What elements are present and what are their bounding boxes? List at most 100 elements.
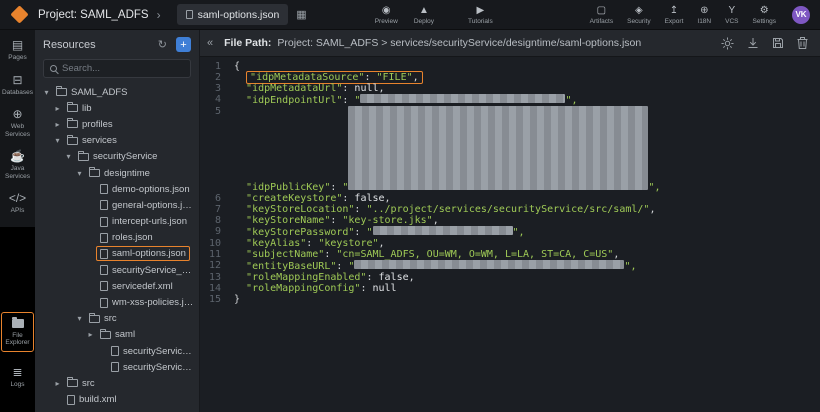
chevron-down-icon[interactable]: ▾ [63,152,74,161]
grid-icon[interactable]: ▦ [296,8,306,21]
rail-item-pages[interactable]: ▤Pages [0,33,35,68]
code-line-content: { [228,61,240,72]
add-resource-button[interactable]: + [176,37,191,52]
rail-bottom-group: File Explorer ≣Logs [0,312,35,412]
code-line-14: 14 "roleMappingConfig": null [200,283,820,294]
topbar-action-security[interactable]: ◈Security [621,5,656,25]
avatar[interactable]: VK [792,6,810,24]
line-number: 3 [200,83,228,94]
settings-icon[interactable] [721,37,734,50]
rail-item-java-services[interactable]: ☕Java Services [0,144,35,186]
file-icon [100,184,108,194]
rail-item-web-services[interactable]: ⊕Web Services [0,102,35,144]
tree-item-SAML_ADFS[interactable]: ▾SAML_ADFS [35,84,199,100]
code-line-content: "keyStoreLocation": "../project/services… [228,204,655,215]
rail-item-label: Logs [10,381,24,389]
tree-item-inner: servicedef.xml [96,279,177,294]
tree-item-lib[interactable]: ▸lib [35,100,199,116]
tree-item-src[interactable]: ▾src [35,311,199,327]
code-line-content: "idpPublicKey": "", [228,106,660,193]
line-number: 11 [200,249,228,260]
file-icon [67,395,75,405]
tree-item-general-options.json[interactable]: general-options.json [35,197,199,213]
rail-item-file-explorer[interactable]: File Explorer [1,312,34,352]
tree-item-label: intercept-urls.json [112,216,187,227]
search-input[interactable] [62,63,184,74]
tree-item-securityService[interactable]: ▾securityService [35,149,199,165]
chevron-down-icon[interactable]: ▾ [74,314,85,323]
file-explorer-icon [12,319,24,328]
tree-item-services[interactable]: ▾services [35,133,199,149]
tree-item-securityService.spring.xml[interactable]: securityService.spring.xml [35,359,199,375]
chevron-down-icon[interactable]: ▾ [41,88,52,97]
topbar-action-i18n[interactable]: ⊕I18N [691,5,717,25]
tree-item-src[interactable]: ▸src [35,375,199,391]
tree-item-saml-options.json[interactable]: saml-options.json [35,246,199,262]
tree-item-label: designtime [104,168,150,179]
line-number: 10 [200,238,228,249]
chevron-right-icon[interactable]: ▸ [52,120,63,129]
tree-item-inner: lib [63,101,96,116]
open-file-tab[interactable]: saml-options.json [177,4,289,25]
i18n-icon: ⊕ [700,5,708,16]
chevron-down-icon[interactable]: ▾ [52,136,63,145]
topbar-action-preview[interactable]: ◉Preview [369,5,404,25]
body-row: ▤Pages⊟Databases⊕Web Services☕Java Servi… [0,30,820,412]
main-area: « File Path: Project: SAML_ADFS > servic… [200,30,820,412]
topbar-action-deploy[interactable]: ▲ Deploy [408,5,440,25]
tree-item-roles.json[interactable]: roles.json [35,230,199,246]
code-line-content: "keyStoreName": "key-store.jks", [228,215,439,226]
project-label[interactable]: Project: SAML_ADFS [38,9,149,21]
code-line-5: 5 "idpPublicKey": "", [200,106,820,193]
tree-item-inner: securityService_API.json [96,263,199,278]
chevron-right-icon[interactable]: ▸ [52,379,63,388]
topbar-action-label: Deploy [414,18,434,25]
vcs-icon: Y [728,5,735,16]
topbar-action-settings[interactable]: ⚙Settings [747,5,783,25]
export-icon: ↥ [670,5,678,16]
tree-item-build.xml[interactable]: build.xml [35,392,199,408]
chevron-right-icon[interactable]: ▸ [85,330,96,339]
delete-icon[interactable] [797,37,808,49]
code-line-7: 7 "keyStoreLocation": "../project/servic… [200,204,820,215]
tree-item-profiles[interactable]: ▸profiles [35,116,199,132]
file-icon [100,265,108,275]
tree-item-securityService.properties[interactable]: securityService.properties [35,343,199,359]
file-icon [100,281,108,291]
resources-panel: Resources ↻ + ▾SAML_ADFS▸lib▸profiles▾se… [35,30,200,412]
tree-item-saml[interactable]: ▸ saml [35,327,199,343]
tree-item-designtime[interactable]: ▾ designtime [35,165,199,181]
tree-item-wm-xss-policies.json[interactable]: wm-xss-policies.json [35,294,199,310]
topbar-action-label: Artifacts [590,18,613,25]
deploy-icon: ▲ [419,5,429,16]
code-editor[interactable]: 1{2 "idpMetadataSource": "FILE",3 "idpMe… [200,57,820,412]
topbar-action-label: Security [627,18,650,25]
chevron-right-icon[interactable]: ▸ [52,104,63,113]
collapse-panel-icon[interactable]: « [207,37,213,49]
download-icon[interactable] [747,37,759,49]
rail-item-databases[interactable]: ⊟Databases [0,68,35,103]
resources-title: Resources [43,39,158,51]
tree-item-securityService_API.json[interactable]: securityService_API.json [35,262,199,278]
topbar-action-vcs[interactable]: YVCS [719,5,744,25]
rail-item-label: APIs [11,207,25,215]
tree-item-demo-options.json[interactable]: demo-options.json [35,181,199,197]
rail-item-label: Databases [2,89,33,97]
tree-item-label: securityService.properties [123,346,195,357]
tutorials-icon: ▶ [477,5,485,16]
rail-item-logs[interactable]: ≣Logs [0,360,35,395]
rail-item-apis[interactable]: </>APIs [0,186,35,221]
save-icon[interactable] [772,37,784,49]
topbar-action-export[interactable]: ↥Export [659,5,690,25]
tree-item-inner: profiles [63,117,117,132]
tree-item-servicedef.xml[interactable]: servicedef.xml [35,278,199,294]
line-number: 7 [200,204,228,215]
app-logo-icon[interactable] [10,5,28,23]
tree-item-intercept-urls.json[interactable]: intercept-urls.json [35,214,199,230]
tree-item-label: saml [115,329,135,340]
topbar-action-artifacts[interactable]: ▢Artifacts [584,5,619,25]
topbar-action-tutorials[interactable]: ▶Tutorials [462,5,499,25]
chevron-down-icon[interactable]: ▾ [74,169,85,178]
file-path-bar: « File Path: Project: SAML_ADFS > servic… [200,30,820,57]
refresh-icon[interactable]: ↻ [158,38,167,51]
